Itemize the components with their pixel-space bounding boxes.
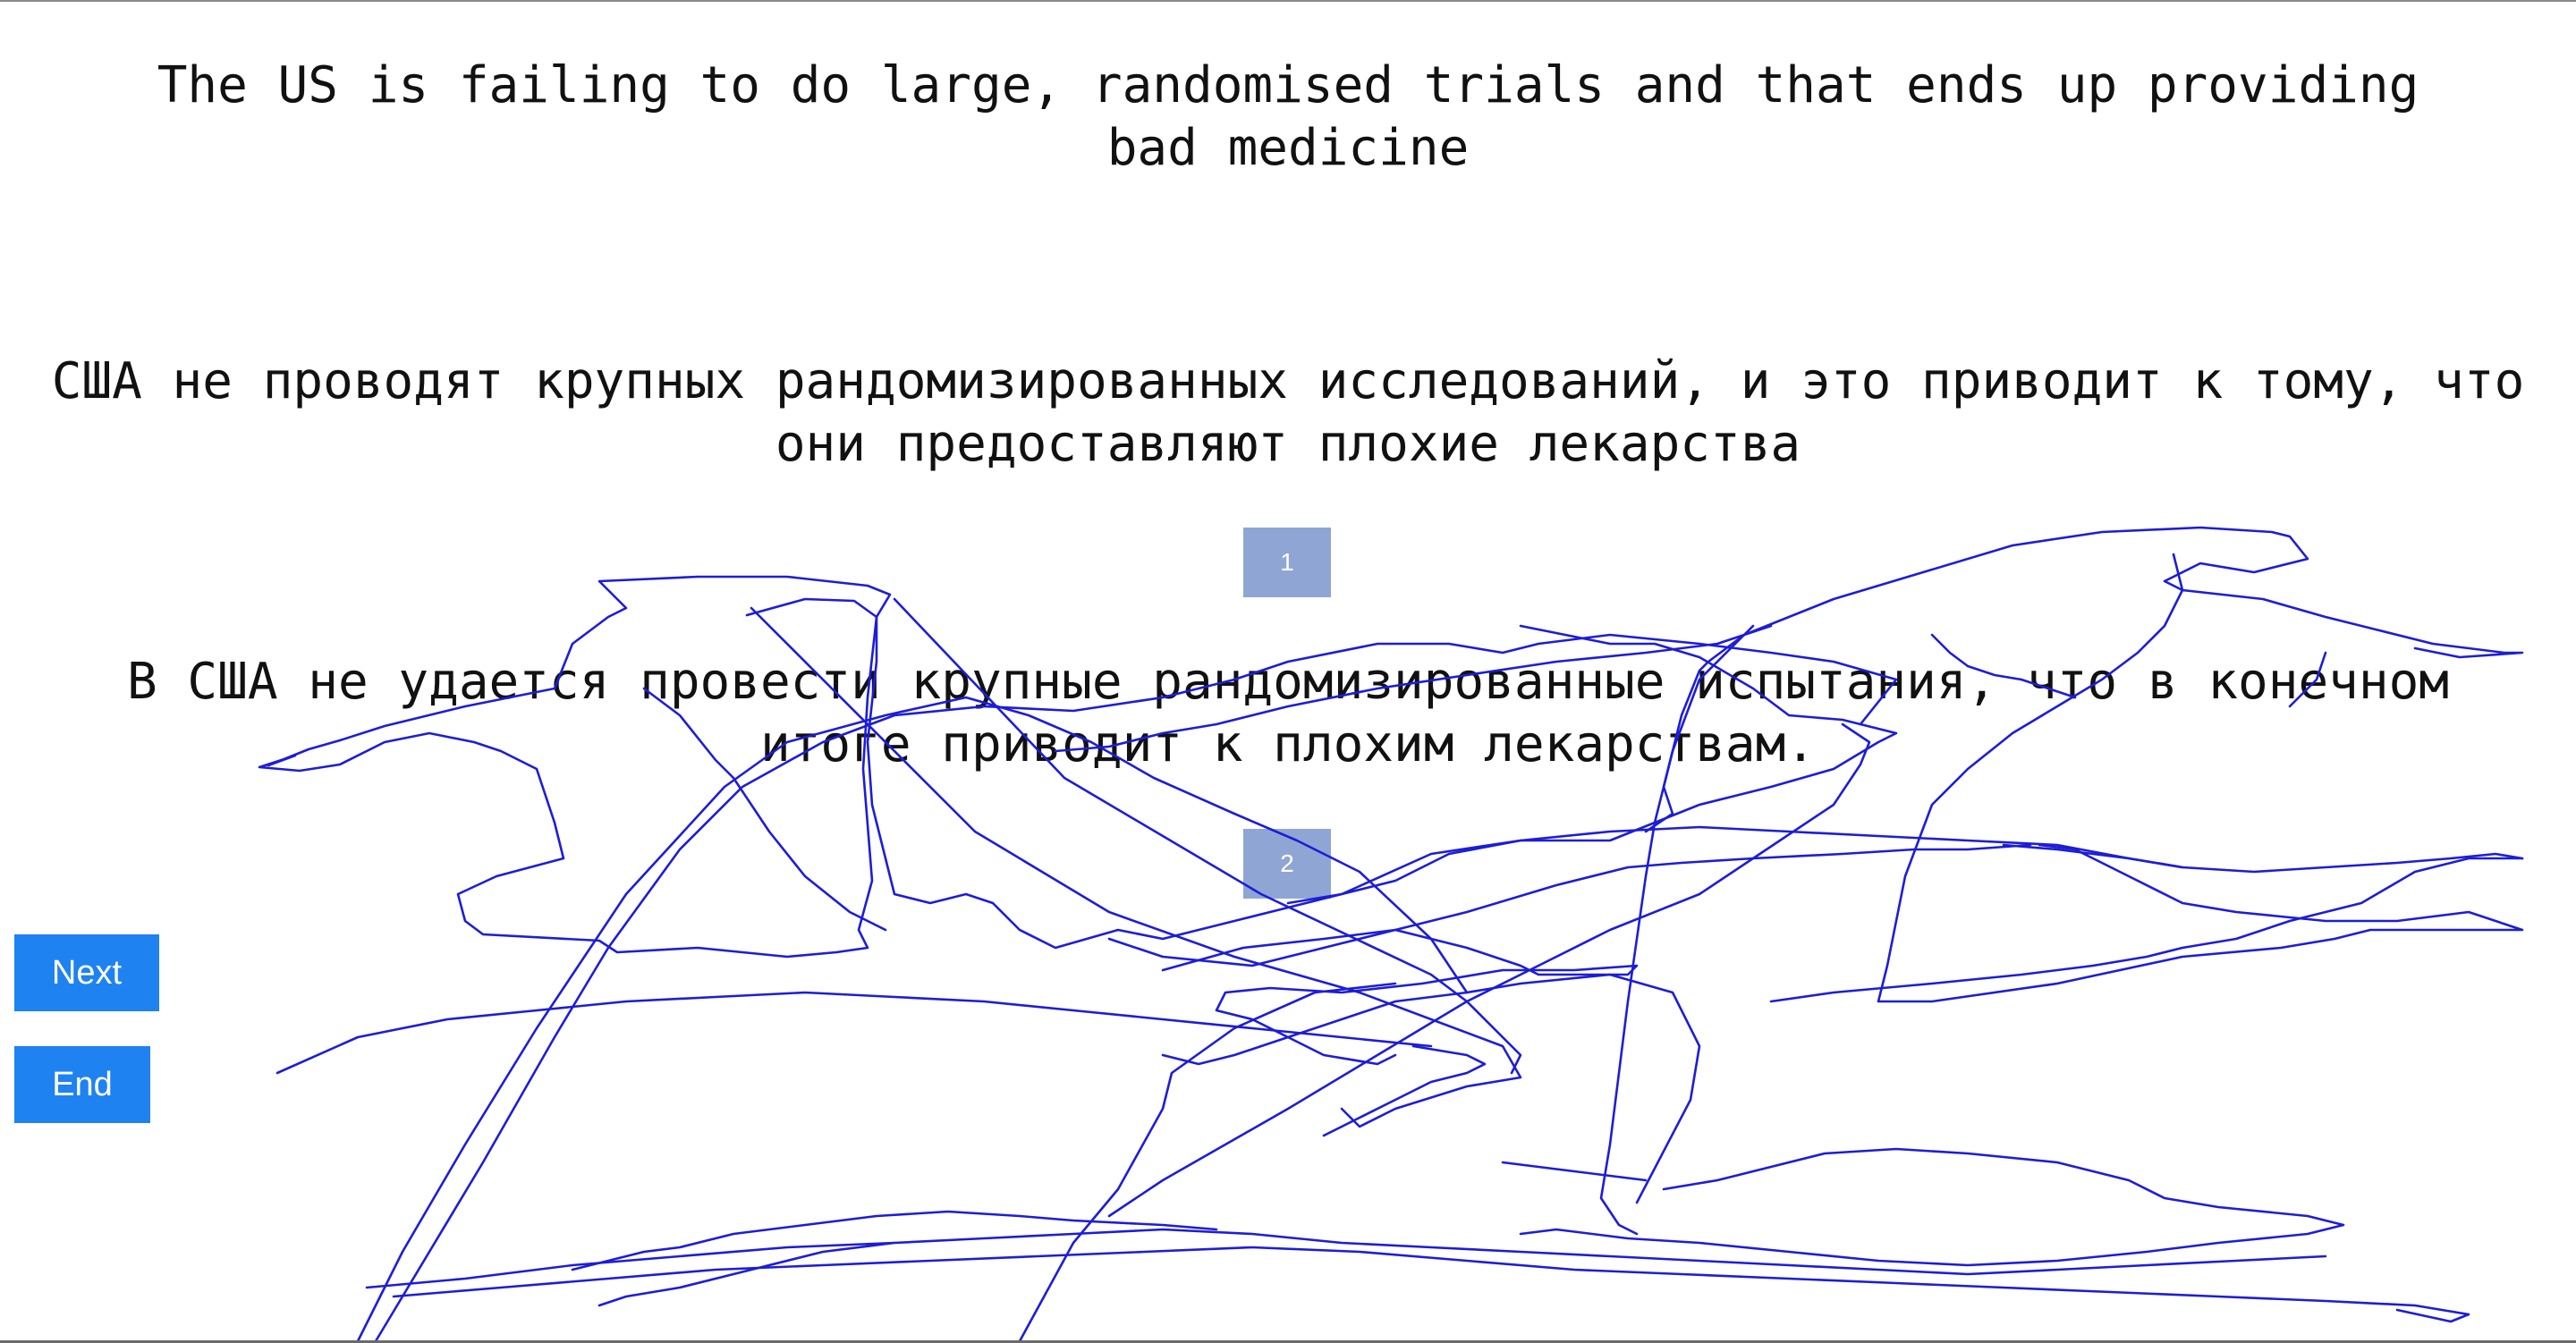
- translation-2-text: В США не удается провести крупные рандом…: [126, 653, 2450, 773]
- scribble-stroke-24: [571, 1210, 1218, 1271]
- scribble-stroke-20: [365, 1228, 2327, 1289]
- scribble-stroke-10: [1161, 973, 1701, 1204]
- rank-box-1[interactable]: 1: [1243, 528, 1331, 597]
- top-border: [0, 0, 2576, 2]
- end-button[interactable]: End: [14, 1046, 150, 1123]
- scribble-stroke-17: [1286, 825, 2184, 905]
- scribble-stroke-14: [1877, 553, 2524, 1003]
- scribble-stroke-19: [1519, 1147, 2345, 1267]
- scribble-stroke-18: [2002, 843, 2524, 874]
- rank-box-2[interactable]: 2: [1243, 829, 1331, 899]
- source-sentence: The US is failing to do large, randomise…: [157, 56, 2419, 177]
- translation-1-text: США не проводят крупных рандомизированны…: [51, 352, 2525, 473]
- scribble-stroke-23: [1322, 1044, 1487, 1137]
- scribble-stroke-9: [1107, 722, 1871, 1218]
- scribble-stroke-22: [275, 991, 1433, 1075]
- scribble-stroke-27: [1501, 1161, 1648, 1182]
- scribble-stroke-21: [392, 1246, 2470, 1323]
- scribble-stroke-7: [356, 696, 1469, 1343]
- scribble-stroke-5: [1161, 928, 1639, 1066]
- scribble-stroke-16: [1769, 857, 2524, 1003]
- next-button[interactable]: Next: [14, 934, 159, 1011]
- scribble-stroke-25: [597, 1241, 896, 1307]
- scribble-stroke-8: [1018, 982, 1397, 1343]
